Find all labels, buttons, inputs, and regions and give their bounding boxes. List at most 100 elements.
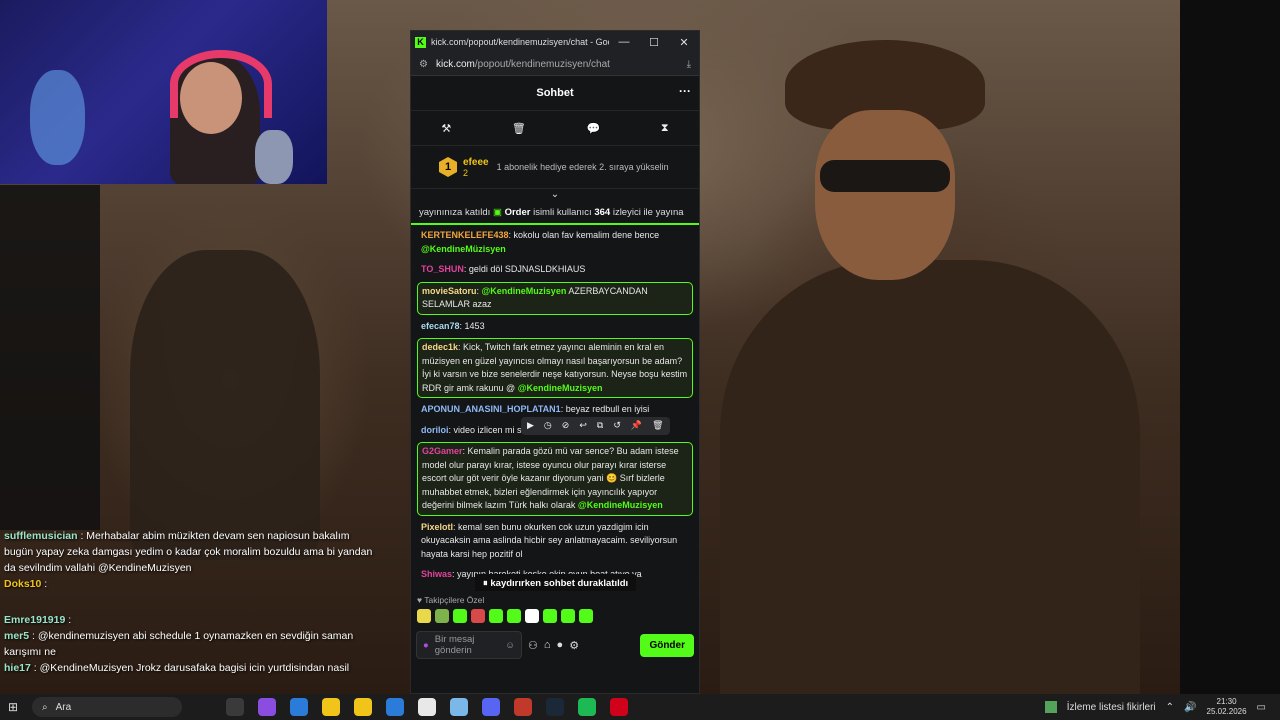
title-bar: K kick.com/popout/kendinemuzisyen/chat -… [411,31,699,53]
maximize-button[interactable]: ☐ [639,36,669,49]
overlay-username: Doks10 [4,578,42,590]
settings-gear-icon[interactable]: ⚙ [569,639,579,652]
chat-username[interactable]: efecan78 [421,321,460,331]
chat-username[interactable]: APONUN_ANASINI_HOPLATAN1 [421,404,561,414]
emote-icon[interactable] [507,609,521,623]
shop-icon[interactable]: ⌂ [544,639,551,651]
emote-icon[interactable] [453,609,467,623]
notification-icon [1044,701,1057,713]
undo-icon[interactable]: ↺ [613,419,621,433]
ticker-name: Order [504,207,531,218]
play-icon[interactable]: ▶ [527,419,534,433]
close-button[interactable]: ✕ [669,36,699,49]
chat-mention[interactable]: @KendineMuzisyen [518,383,603,393]
taskbar-app-icon[interactable] [482,698,500,716]
chat-message[interactable]: APONUN_ANASINI_HOPLATAN1: beyaz redbull … [417,401,693,419]
chat-message[interactable]: dedec1k: Kick, Twitch fark etmez yayıncı… [417,338,693,398]
headset [170,50,272,118]
taskbar-app-icon[interactable] [578,698,596,716]
tray-chevron-icon[interactable]: ⌃ [1166,702,1174,713]
expand-chevron-icon[interactable]: ⌄ [411,189,699,203]
windows-taskbar: ⊞ ⌕ Ara İzleme listesi fikirleri ⌃ 🔊 21:… [0,694,1280,720]
chat-mention[interactable]: @KendineMuzisyen [482,286,567,296]
taskbar-app-icon[interactable] [322,698,340,716]
chat-menu-icon[interactable]: ··· [679,84,691,98]
chat-messages: KERTENKELEFE438: kokolu olan fav kemalim… [411,225,699,591]
pin-icon[interactable]: 📌 [631,419,642,433]
chat-username[interactable]: KERTENKELEFE438 [421,230,509,240]
chat-username[interactable]: doriloi [421,425,449,435]
notifications-center-icon[interactable]: ▭ [1257,702,1266,713]
send-button[interactable]: Gönder [640,633,694,657]
emote-icon[interactable] [489,609,503,623]
taskbar-app-icon[interactable] [546,698,564,716]
chat-message[interactable]: Pixelotl: kemal sen bunu okurken cok uzu… [417,519,693,564]
chat-message[interactable]: KERTENKELEFE438: kokolu olan fav kemalim… [417,227,693,258]
emote-icon[interactable] [579,609,593,623]
chat-message[interactable]: TO_SHUN: geldi döl SDJNASLDKHIAUS [417,261,693,279]
left-dark-strip [0,185,100,530]
start-icon[interactable]: ⊞ [8,700,18,714]
chat-message[interactable]: G2Gamer: Kemalin parada gözü mü var senc… [417,442,693,516]
emoji-icon[interactable]: ☺ [505,640,515,651]
overlay-chat-line: hie17 : @KendineMuzisyen Jrokz darusafak… [4,662,350,674]
emote-bar [411,607,699,625]
chat-input[interactable]: ● Bir mesaj gönderin ☺ [416,631,522,659]
site-settings-icon[interactable]: ⚙ [419,59,428,70]
chat-settings-bubble-icon[interactable]: ● [557,639,564,651]
taskbar-app-icon[interactable] [450,698,468,716]
emote-icon[interactable] [471,609,485,623]
overlay-chat-line: sufflemusician : Merhabalar abim müzikte… [4,530,373,574]
emote-icon[interactable] [525,609,539,623]
chat-username[interactable]: movieSatoru [422,286,477,296]
gift-leaderboard[interactable]: 1 efeee 2 1 abonelik hediye ederek 2. sı… [411,146,699,189]
paused-text: kaydırırken sohbet duraklatıldı [490,578,629,589]
minimize-button[interactable]: — [609,36,639,48]
chat-mention[interactable]: @KendineMüzisyen [421,244,506,254]
volume-icon[interactable]: 🔊 [1184,702,1196,713]
chat-username[interactable]: Shiwas [421,569,452,579]
chat-username[interactable]: TO_SHUN [421,264,464,274]
taskbar-search[interactable]: ⌕ Ara [32,697,182,717]
address-bar[interactable]: ⚙ kick.com/popout/kendinemuzisyen/chat ⤓ [411,53,699,76]
copy-icon[interactable]: ⧉ [597,419,603,433]
chat-paused-notice[interactable]: ⏸ kaydırırken sohbet duraklatıldı [475,574,637,591]
mic-icon[interactable]: ● [423,640,429,651]
trash-icon[interactable]: 🗑 [512,122,526,135]
chat-message[interactable]: efecan78: 1453 [417,318,693,336]
chat-message[interactable]: movieSatoru: @KendineMuzisyen AZERBAYCAN… [417,281,693,315]
taskbar-app-icon[interactable] [514,698,532,716]
download-icon[interactable]: ⤓ [687,59,691,70]
chat-username[interactable]: Pixelotl [421,522,453,532]
emote-icon[interactable] [417,609,431,623]
emote-icon[interactable] [435,609,449,623]
timeout-icon[interactable]: ◷ [544,419,552,433]
taskbar-app-icon[interactable] [354,698,372,716]
taskbar-app-icon[interactable] [418,698,436,716]
delete-icon[interactable]: 🗑 [652,419,663,433]
mod-tools: ⚒ 🗑 💬 ⧗ [411,111,699,146]
emote-icon[interactable] [543,609,557,623]
emote-section-label: ♥ Takipçilere Özel [417,595,485,605]
taskbar-app-icon[interactable] [386,698,404,716]
notification-text[interactable]: İzleme listesi fikirleri [1067,702,1156,713]
taskbar-app-icon[interactable] [290,698,308,716]
chat-mention[interactable]: @KendineMuzisyen [578,500,663,510]
channel-points-icon[interactable]: ⚇ [528,639,538,652]
taskbar-app-icon[interactable] [610,698,628,716]
chat-username[interactable]: dedec1k [422,342,458,352]
taskbar-app-icon[interactable] [226,698,244,716]
emote-icon[interactable] [561,609,575,623]
leader-message: 1 abonelik hediye ederek 2. sıraya yükse… [496,162,669,172]
ban-icon[interactable]: ⊘ [562,419,570,433]
clock[interactable]: 21:30 25.02.2026 [1207,697,1247,717]
chat-username[interactable]: emrah_kzc [421,590,468,592]
chat-username[interactable]: G2Gamer [422,446,463,456]
chat-bubble-icon[interactable]: 💬 [587,122,601,135]
hammer-icon[interactable]: ⚒ [441,122,451,135]
reply-icon[interactable]: ↩ [579,419,587,433]
taskbar-app-icon[interactable] [258,698,276,716]
ticker-num: 364 [594,207,611,218]
hourglass-icon[interactable]: ⧗ [661,122,669,135]
rank-badge: 1 [439,157,457,177]
